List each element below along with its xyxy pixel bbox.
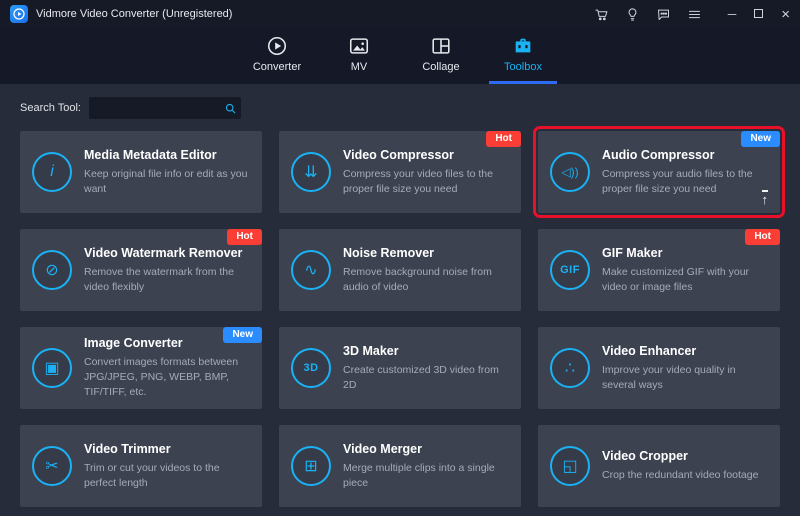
- card-desc: Crop the redundant video footage: [602, 468, 770, 483]
- tab-toolbox[interactable]: Toolbox: [487, 35, 559, 84]
- card-title: Video Enhancer: [602, 344, 770, 358]
- search-icon[interactable]: [221, 102, 241, 115]
- card-title: Audio Compressor: [602, 148, 770, 162]
- card-desc: Keep original file info or edit as you w…: [84, 167, 252, 196]
- card-desc: Trim or cut your videos to the perfect l…: [84, 461, 252, 490]
- icon-glyph: ⇊: [304, 162, 317, 182]
- tool-card-noise-remover[interactable]: ∿ Noise Remover Remove background noise …: [279, 229, 521, 311]
- card-badge: New: [223, 327, 262, 343]
- toolbox-grid: i Media Metadata Editor Keep original fi…: [0, 119, 800, 507]
- maximize-button[interactable]: [754, 8, 763, 20]
- icon-glyph: ◱: [562, 456, 577, 476]
- tab-bar: Converter MV Collage Toolbox: [0, 28, 800, 84]
- tool-card-video-cropper[interactable]: ◱ Video Cropper Crop the redundant video…: [538, 425, 780, 507]
- toolbox-icon: [512, 35, 534, 57]
- tool-card-video-enhancer[interactable]: ∴ Video Enhancer Improve your video qual…: [538, 327, 780, 409]
- tool-card-video-compressor[interactable]: Hot ⇊ Video Compressor Compress your vid…: [279, 131, 521, 213]
- card-title: Media Metadata Editor: [84, 148, 252, 162]
- tab-collage[interactable]: Collage: [405, 35, 477, 84]
- window-title: Vidmore Video Converter (Unregistered): [36, 8, 232, 20]
- collage-icon: [430, 35, 452, 57]
- video-merger-icon: ⊞: [291, 446, 331, 486]
- tool-card-video-merger[interactable]: ⊞ Video Merger Merge multiple clips into…: [279, 425, 521, 507]
- tab-label: Collage: [422, 61, 459, 73]
- menu-icon[interactable]: [687, 6, 703, 22]
- card-title: Video Compressor: [343, 148, 511, 162]
- card-desc: Compress your video files to the proper …: [343, 167, 511, 196]
- minimize-button[interactable]: ─: [728, 8, 737, 20]
- card-badge: Hot: [227, 229, 262, 245]
- search-input[interactable]: [89, 102, 221, 114]
- icon-glyph: i: [50, 163, 54, 181]
- card-desc: Improve your video quality in several wa…: [602, 363, 770, 392]
- card-title: Video Trimmer: [84, 442, 252, 456]
- tab-label: MV: [351, 61, 368, 73]
- titlebar: Vidmore Video Converter (Unregistered) ─…: [0, 0, 800, 28]
- search-label: Search Tool:: [20, 102, 81, 114]
- card-title: GIF Maker: [602, 246, 770, 260]
- icon-glyph: ✂: [45, 456, 58, 476]
- card-badge: Hot: [486, 131, 521, 147]
- icon-glyph: ⊘: [45, 260, 58, 280]
- info-icon: i: [32, 152, 72, 192]
- bulb-icon[interactable]: [625, 6, 641, 22]
- 3d-maker-icon: 3D: [291, 348, 331, 388]
- icon-glyph: ∴: [565, 358, 575, 378]
- tool-card-video-watermark-remover[interactable]: Hot ⊘ Video Watermark Remover Remove the…: [20, 229, 262, 311]
- card-desc: Create customized 3D video from 2D: [343, 363, 511, 392]
- gif-maker-icon: GIF: [550, 250, 590, 290]
- icon-glyph: ▣: [44, 358, 59, 378]
- tool-card-image-converter[interactable]: New ▣ Image Converter Convert images for…: [20, 327, 262, 409]
- card-title: 3D Maker: [343, 344, 511, 358]
- card-title: Video Watermark Remover: [84, 246, 252, 260]
- card-badge: New: [741, 131, 780, 147]
- audio-compressor-icon: ◁)): [550, 152, 590, 192]
- video-compressor-icon: ⇊: [291, 152, 331, 192]
- card-title: Noise Remover: [343, 246, 511, 260]
- tab-converter[interactable]: Converter: [241, 35, 313, 84]
- feedback-icon[interactable]: [656, 6, 672, 22]
- watermark-remover-icon: ⊘: [32, 250, 72, 290]
- close-button[interactable]: ×: [781, 7, 790, 22]
- noise-remover-icon: ∿: [291, 250, 331, 290]
- maximize-icon: [754, 9, 763, 18]
- card-desc: Convert images formats between JPG/JPEG,…: [84, 355, 252, 399]
- arrow-up-to-bar-icon: ↑: [762, 190, 769, 206]
- cart-icon[interactable]: [594, 6, 610, 22]
- card-badge: Hot: [745, 229, 780, 245]
- tab-label: Toolbox: [504, 61, 542, 73]
- converter-icon: [266, 35, 288, 57]
- tool-card-media-metadata-editor[interactable]: i Media Metadata Editor Keep original fi…: [20, 131, 262, 213]
- image-converter-icon: ▣: [32, 348, 72, 388]
- icon-glyph: ⊞: [304, 456, 317, 476]
- search-row: Search Tool:: [0, 84, 800, 119]
- icon-glyph: ∿: [304, 260, 317, 280]
- video-enhancer-icon: ∴: [550, 348, 590, 388]
- tool-card-3d-maker[interactable]: 3D 3D Maker Create customized 3D video f…: [279, 327, 521, 409]
- search-box: [89, 97, 241, 119]
- tool-card-video-trimmer[interactable]: ✂ Video Trimmer Trim or cut your videos …: [20, 425, 262, 507]
- card-title: Video Cropper: [602, 449, 770, 463]
- tab-label: Converter: [253, 61, 301, 73]
- card-desc: Make customized GIF with your video or i…: [602, 265, 770, 294]
- video-trimmer-icon: ✂: [32, 446, 72, 486]
- icon-glyph: GIF: [560, 264, 580, 276]
- video-cropper-icon: ◱: [550, 446, 590, 486]
- card-desc: Remove background noise from audio of vi…: [343, 265, 511, 294]
- card-desc: Compress your audio files to the proper …: [602, 167, 770, 196]
- card-desc: Remove the watermark from the video flex…: [84, 265, 252, 294]
- icon-glyph: 3D: [303, 362, 318, 374]
- mv-icon: [348, 35, 370, 57]
- tool-card-gif-maker[interactable]: Hot GIF GIF Maker Make customized GIF wi…: [538, 229, 780, 311]
- icon-glyph: ◁)): [561, 165, 578, 179]
- tool-card-audio-compressor[interactable]: New ◁)) Audio Compressor Compress your a…: [538, 131, 780, 213]
- tab-mv[interactable]: MV: [323, 35, 395, 84]
- app-logo-icon: [10, 5, 28, 23]
- card-desc: Merge multiple clips into a single piece: [343, 461, 511, 490]
- card-title: Video Merger: [343, 442, 511, 456]
